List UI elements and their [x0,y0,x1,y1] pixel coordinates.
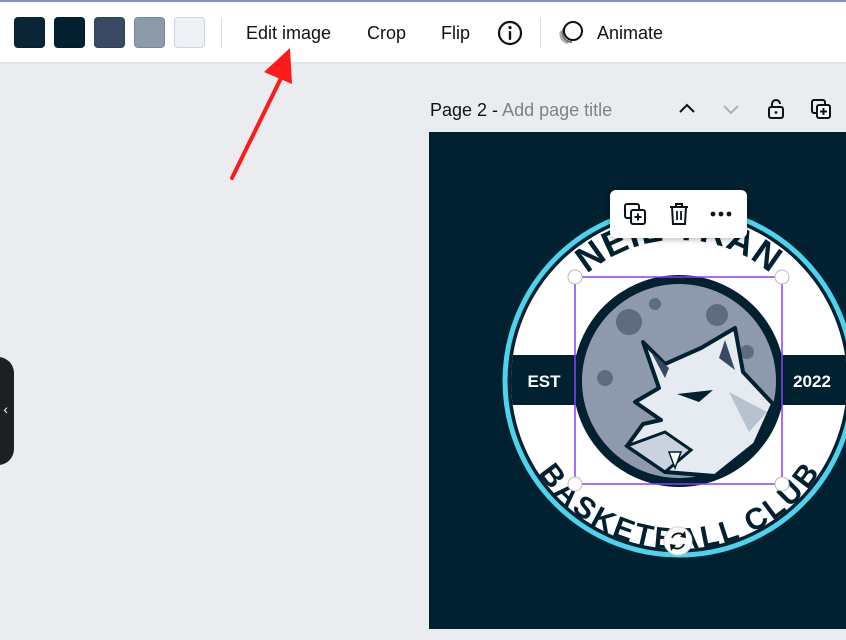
animate-icon[interactable] [557,19,585,47]
chevron-left-icon: ‹ [3,401,8,417]
color-swatch-3[interactable] [94,17,125,48]
page-number-label: Page 2 - [430,100,503,120]
animate-button[interactable]: Animate [591,16,669,50]
annotation-arrow [230,48,292,180]
moon-crater [616,309,642,335]
page-header: Page 2 - Add page title [430,96,846,124]
moon-crater [706,304,728,326]
lock-icon[interactable] [763,96,789,122]
logo-band-left-text: EST [527,372,561,391]
duplicate-page-icon[interactable] [808,96,834,122]
page-title-placeholder[interactable]: Add page title [502,100,612,120]
color-swatch-1[interactable] [14,17,45,48]
logo-band-right-text: 2022 [793,372,831,391]
resize-handle-bottom-left[interactable] [567,476,583,492]
side-panel-toggle[interactable]: ‹ [0,357,14,465]
moon-crater [649,298,661,310]
toolbar-divider [540,18,541,48]
flip-button[interactable]: Flip [435,16,476,50]
resize-handle-top-right[interactable] [774,269,790,285]
rotate-handle[interactable] [663,526,693,556]
moon-crater [597,370,613,386]
color-swatch-4[interactable] [134,17,165,48]
element-context-menu [610,190,747,238]
duplicate-icon[interactable] [621,200,649,228]
info-icon[interactable] [496,19,524,47]
chevron-down-icon[interactable] [718,96,744,122]
context-toolbar: Edit image Crop Flip Animate [0,0,846,62]
chevron-up-icon[interactable] [674,96,700,122]
crop-button[interactable]: Crop [361,16,412,50]
color-swatch-2[interactable] [54,17,85,48]
color-swatch-5[interactable] [174,17,205,48]
page-title[interactable]: Page 2 - Add page title [430,100,612,121]
resize-handle-bottom-right[interactable] [774,476,790,492]
more-icon[interactable] [707,200,735,228]
resize-handle-top-left[interactable] [567,269,583,285]
trash-icon[interactable] [665,200,693,228]
